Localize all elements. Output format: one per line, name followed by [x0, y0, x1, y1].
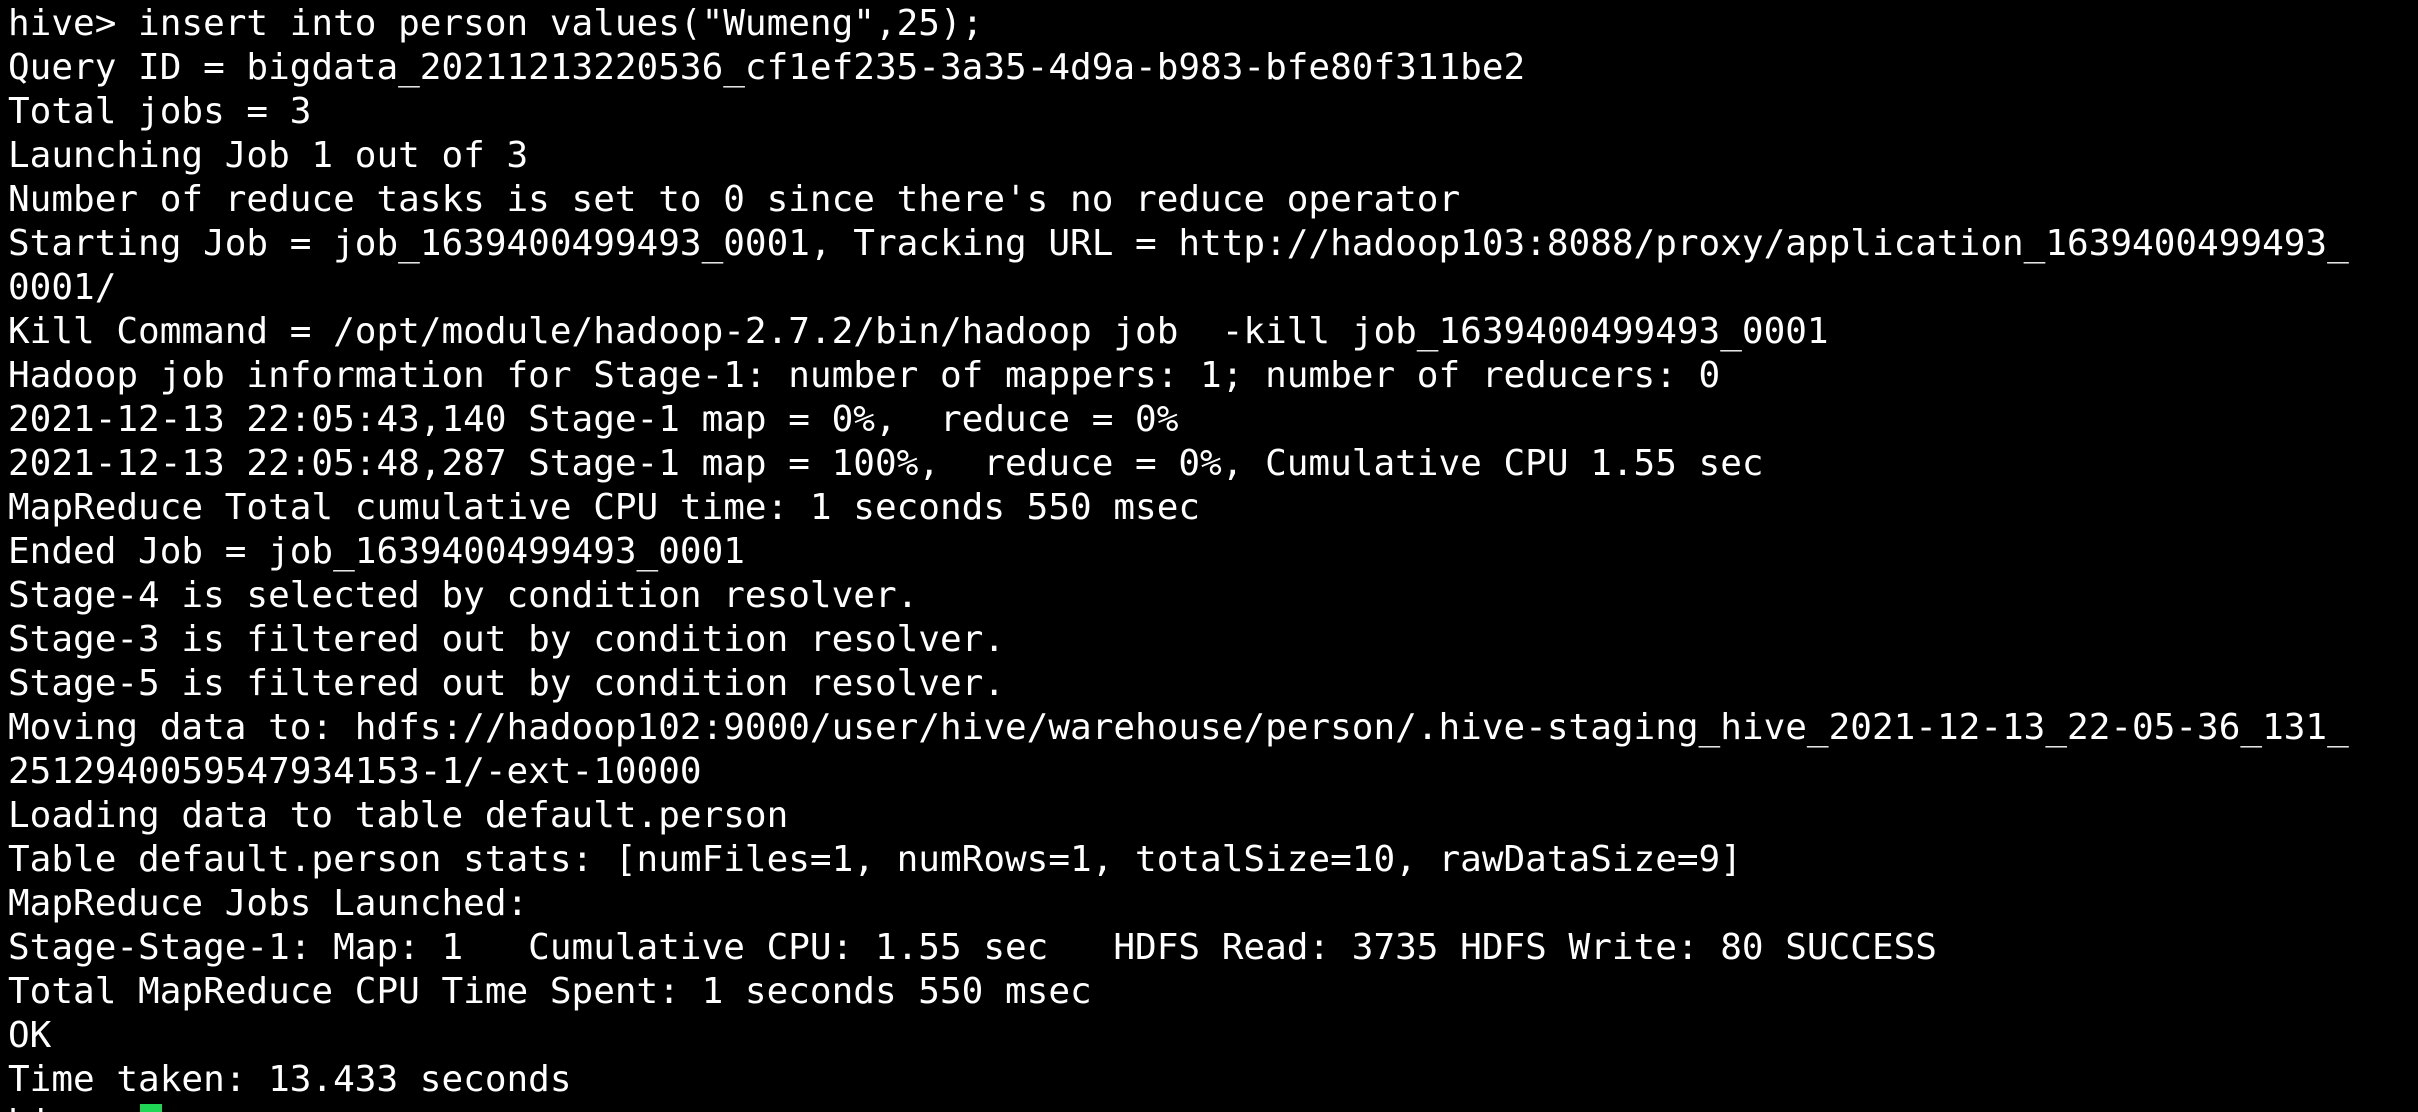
- terminal-line: Moving data to: hdfs://hadoop102:9000/us…: [8, 707, 2349, 748]
- terminal-line: Loading data to table default.person: [8, 795, 789, 836]
- terminal-line: Time taken: 13.433 seconds: [8, 1059, 572, 1100]
- terminal-line: Stage-Stage-1: Map: 1 Cumulative CPU: 1.…: [8, 927, 1937, 968]
- terminal-line: Ended Job = job_1639400499493_0001: [8, 531, 745, 572]
- terminal-line: Table default.person stats: [numFiles=1,…: [8, 839, 1742, 880]
- terminal-line: Launching Job 1 out of 3: [8, 135, 529, 176]
- terminal-line: Starting Job = job_1639400499493_0001, T…: [8, 223, 2349, 264]
- terminal-line: Stage-3 is filtered out by condition res…: [8, 619, 1005, 660]
- terminal-line: Total jobs = 3: [8, 91, 312, 132]
- terminal-line: Stage-5 is filtered out by condition res…: [8, 663, 1005, 704]
- terminal-window[interactable]: hive> insert into person values("Wumeng"…: [0, 0, 2418, 1112]
- terminal-line: Total MapReduce CPU Time Spent: 1 second…: [8, 971, 1092, 1012]
- terminal-line: hive> insert into person values("Wumeng"…: [8, 3, 984, 44]
- terminal-line: Number of reduce tasks is set to 0 since…: [8, 179, 1461, 220]
- terminal-line: 2021-12-13 22:05:43,140 Stage-1 map = 0%…: [8, 399, 1179, 440]
- text-cursor: [140, 1104, 163, 1112]
- terminal-line: MapReduce Total cumulative CPU time: 1 s…: [8, 487, 1201, 528]
- terminal-line: 2512940059547934153-1/-ext-10000: [8, 751, 702, 792]
- terminal-line: OK: [8, 1015, 52, 1056]
- prompt-label: hive>: [8, 1102, 138, 1112]
- command-prompt[interactable]: hive>: [8, 1102, 2418, 1112]
- terminal-line: 2021-12-13 22:05:48,287 Stage-1 map = 10…: [8, 443, 1764, 484]
- terminal-line: Query ID = bigdata_20211213220536_cf1ef2…: [8, 47, 1526, 88]
- terminal-line: Kill Command = /opt/module/hadoop-2.7.2/…: [8, 311, 1829, 352]
- terminal-line: Stage-4 is selected by condition resolve…: [8, 575, 919, 616]
- terminal-line: 0001/: [8, 267, 117, 308]
- terminal-line: MapReduce Jobs Launched:: [8, 883, 529, 924]
- terminal-line: Hadoop job information for Stage-1: numb…: [8, 355, 1721, 396]
